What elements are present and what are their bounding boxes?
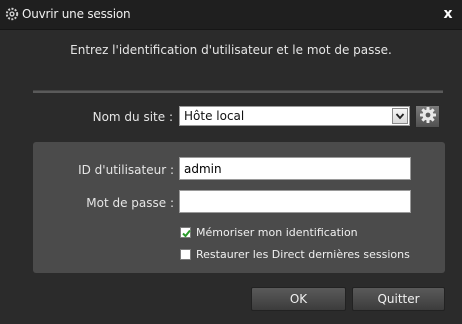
divider	[33, 90, 443, 93]
restore-checkbox[interactable]	[180, 249, 191, 260]
remember-label: Mémoriser mon identification	[196, 226, 358, 239]
instruction-text: Entrez l'identification d'utilisateur et…	[70, 43, 392, 57]
gear-icon	[5, 7, 19, 21]
remember-checkbox[interactable]	[180, 227, 191, 238]
close-button[interactable]: x	[440, 5, 456, 23]
site-select-value: Hôte local	[184, 109, 245, 123]
user-id-label: ID d'utilisateur :	[78, 163, 174, 177]
gear-icon	[419, 106, 437, 127]
password-label: Mot de passe :	[86, 196, 174, 210]
ok-button[interactable]: OK	[251, 287, 346, 311]
site-settings-button[interactable]	[415, 105, 440, 128]
remember-option[interactable]: Mémoriser mon identification	[180, 226, 358, 239]
password-input[interactable]	[179, 190, 411, 213]
checkmark-icon	[182, 229, 191, 238]
user-id-input[interactable]: admin	[179, 157, 411, 180]
quit-button[interactable]: Quitter	[352, 287, 445, 311]
site-select[interactable]: Hôte local	[179, 106, 410, 126]
restore-option[interactable]: Restaurer les Direct dernières sessions	[180, 248, 410, 261]
title-bar: Ouvrir une session x	[0, 0, 462, 30]
window-title: Ouvrir une session	[22, 7, 131, 21]
restore-label: Restaurer les Direct dernières sessions	[196, 248, 410, 261]
site-name-label: Nom du site :	[92, 110, 173, 124]
chevron-down-icon[interactable]	[392, 108, 408, 124]
